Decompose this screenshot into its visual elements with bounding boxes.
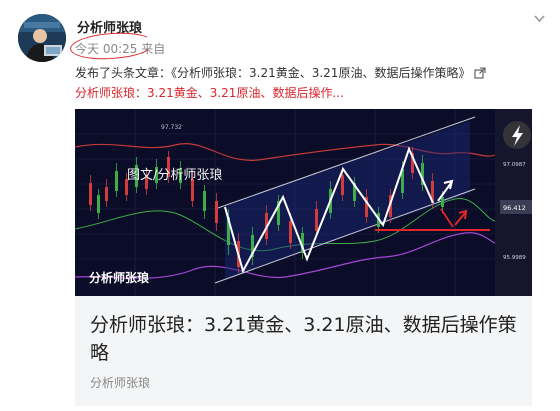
external-link-icon[interactable] [474, 67, 487, 82]
avatar[interactable] [18, 14, 66, 62]
lightning-icon[interactable] [503, 121, 531, 149]
article-title[interactable]: 分析师张琅：3.21黄金、3.21原油、数据后操作策略 [90, 311, 520, 367]
article-card[interactable]: 97.732 97.0987 96.412 95.9989 图文/分析师张琅 分… [75, 109, 532, 406]
price-label: 97.0987 [503, 162, 526, 168]
post-preview-link[interactable]: 分析师张琅：3.21黄金、3.21原油、数据后操作... [75, 84, 344, 101]
article-cover-image: 97.732 97.0987 96.412 95.9989 图文/分析师张琅 分… [75, 109, 532, 296]
post-action: 发布了头条文章：《分析师张琅：3.21黄金、3.21原油、数据后操作策略》 [75, 64, 487, 82]
price-label: 95.9989 [503, 255, 526, 261]
article-source: 分析师张琅 [90, 376, 151, 390]
image-watermark: 图文/分析师张琅 [127, 168, 222, 183]
avatar-image [18, 14, 66, 62]
price-label: 97.732 [161, 124, 182, 131]
chevron-down-icon[interactable] [533, 12, 546, 25]
price-label: 96.412 [503, 204, 526, 212]
post-action-text: 发布了头条文章：《分析师张琅：3.21黄金、3.21原油、数据后操作策略》 [75, 66, 471, 80]
image-brand: 分析师张琅 [89, 270, 149, 285]
